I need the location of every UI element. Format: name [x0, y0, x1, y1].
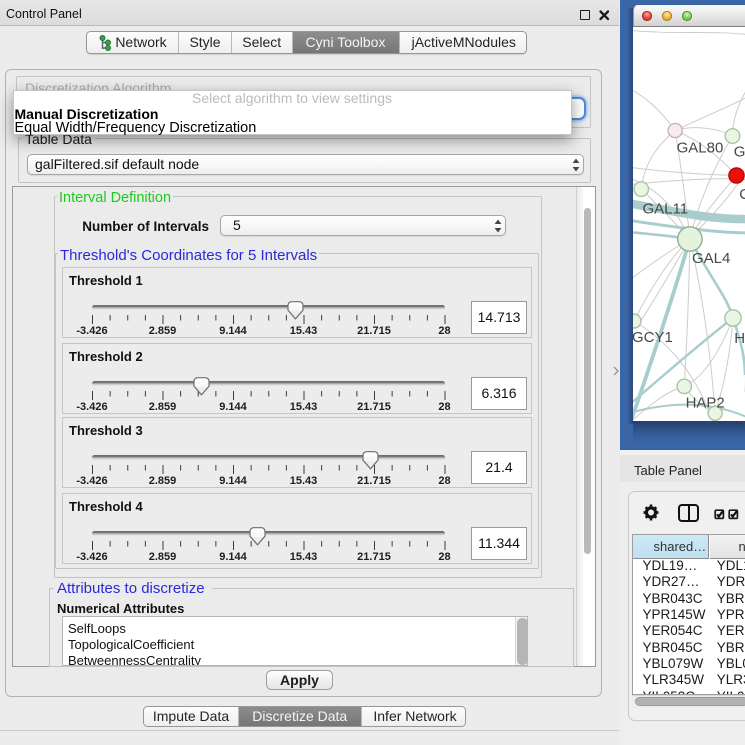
- svg-text:GAL4: GAL4: [692, 250, 730, 267]
- svg-text:G.: G.: [734, 144, 745, 161]
- svg-text:GAL80: GAL80: [677, 140, 724, 157]
- svg-text:H: H: [734, 330, 745, 347]
- svg-text:GAL11: GAL11: [643, 201, 689, 218]
- svg-text:CY: CY: [739, 186, 745, 203]
- svg-text:GCY1: GCY1: [633, 329, 673, 346]
- svg-text:HAP2: HAP2: [686, 395, 725, 412]
